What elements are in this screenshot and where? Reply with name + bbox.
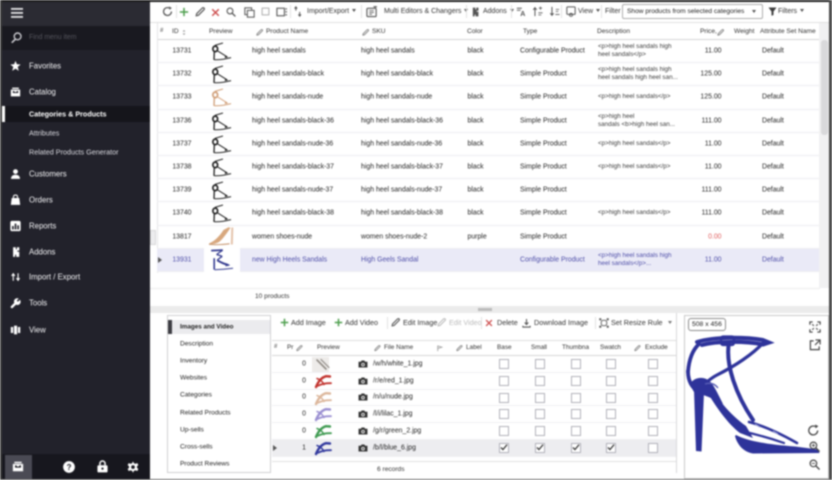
svg-text:?: ? [67, 463, 72, 472]
svg-text:A: A [520, 10, 525, 17]
